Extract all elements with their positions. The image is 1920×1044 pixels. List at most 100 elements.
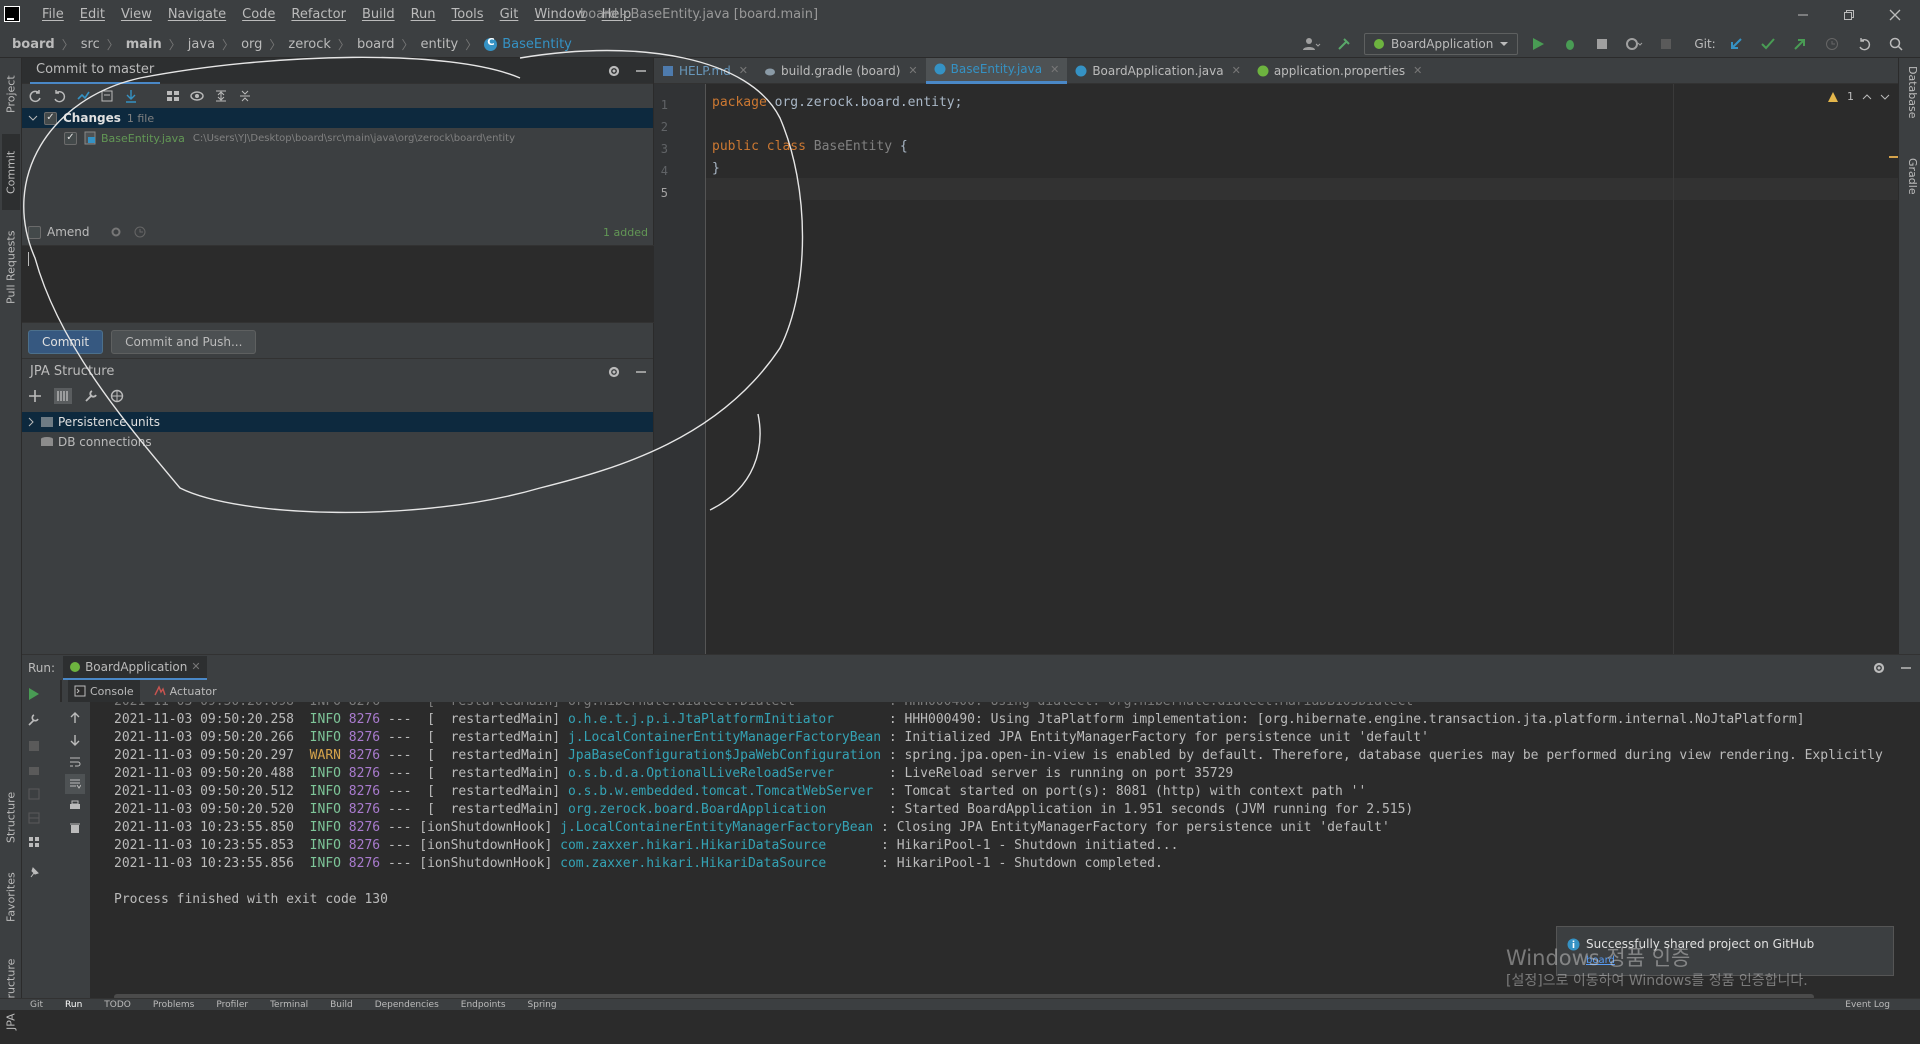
crumb-board[interactable]: board [357,37,395,52]
rerun-button[interactable] [28,688,40,700]
gear-icon[interactable] [607,64,621,78]
git-history-button[interactable] [1820,32,1844,56]
coverage-button[interactable] [1590,32,1614,56]
wrench-icon[interactable] [84,389,98,403]
hide-panel-icon[interactable] [1900,662,1912,674]
group-by-icon[interactable] [166,89,180,103]
stop-run-button[interactable] [28,740,40,752]
grid-button[interactable] [28,836,40,848]
menu-edit[interactable]: Edit [72,0,113,30]
user-account-button[interactable] [1300,32,1324,56]
hide-panel-icon[interactable] [635,65,647,77]
file-checkbox[interactable] [64,132,77,145]
bottom-tab-build[interactable]: Build [330,1000,353,1010]
bottom-tab-run[interactable]: Run [65,1000,82,1010]
menu-view[interactable]: View [113,0,160,30]
close-tab-icon[interactable]: ✕ [191,660,200,673]
crumb-src[interactable]: src [81,37,100,52]
soft-wrap-button[interactable] [69,756,81,768]
crumb-entity[interactable]: entity [421,37,459,52]
crumb-org[interactable]: org [241,37,262,52]
amend-checkbox[interactable] [28,226,41,239]
run-configuration-dropdown[interactable]: BoardApplication [1364,33,1518,55]
run-tab-boardapplication[interactable]: BoardApplication ✕ [63,656,207,680]
tab-application-properties[interactable]: application.properties✕ [1249,58,1430,84]
commit-history-icon[interactable] [134,226,146,238]
persistence-units-row[interactable]: Persistence units [22,412,653,432]
menu-run[interactable]: Run [403,0,444,30]
crumb-zerock[interactable]: zerock [288,37,331,52]
event-log-tab[interactable]: Event Log [1845,1000,1890,1010]
crumb-baseentity[interactable]: BaseEntity [502,37,572,52]
hide-panel-icon[interactable] [635,366,647,378]
menu-tools[interactable]: Tools [444,0,492,30]
crumb-main[interactable]: main [126,37,162,52]
build-button[interactable] [1332,32,1356,56]
exit-button[interactable] [28,788,40,800]
git-update-button[interactable] [1724,32,1748,56]
menu-refactor[interactable]: Refactor [283,0,354,30]
menu-git[interactable]: Git [492,0,527,30]
changes-checkbox[interactable] [44,112,57,125]
gear-icon[interactable] [607,365,621,379]
scroll-down-button[interactable] [69,734,81,746]
bottom-tab-git[interactable]: Git [30,1000,43,1010]
tab-baseentity-java[interactable]: BaseEntity.java✕ [926,58,1068,84]
db-connections-row[interactable]: DB connections [22,432,653,452]
bottom-tab-endpoints[interactable]: Endpoints [461,1000,506,1010]
git-commit-button[interactable] [1756,32,1780,56]
tool-tab-pull-requests[interactable]: Pull Requests [2,218,20,316]
close-window-button[interactable] [1872,0,1918,30]
commit-and-push-button[interactable]: Commit and Push... [111,330,256,354]
changes-group-row[interactable]: Changes 1 file [22,108,653,128]
crumb-java[interactable]: java [188,37,215,52]
search-everywhere-button[interactable] [1884,32,1908,56]
tool-tab-structure[interactable]: Structure [2,780,20,854]
scroll-to-end-button[interactable] [65,774,85,794]
code-editor[interactable]: package org.zerock.board.entity; public … [706,84,1898,654]
bottom-tab-todo[interactable]: TODO [104,1000,131,1010]
download-icon[interactable] [124,89,138,103]
clear-console-button[interactable] [69,822,81,834]
diff-icon[interactable] [76,89,90,103]
refresh-icon[interactable] [28,89,42,103]
collapse-all-icon[interactable] [238,89,252,103]
menu-file[interactable]: File [34,0,72,30]
gear-icon[interactable] [1872,661,1886,675]
restore-layout-button[interactable] [28,812,40,824]
actuator-tab[interactable]: Actuator [154,685,217,698]
crumb-project[interactable]: board [12,37,55,52]
rollback-icon[interactable] [52,89,66,103]
stop-button[interactable] [1654,32,1678,56]
tab-help-md[interactable]: HELP.md✕ [654,58,756,84]
tool-tab-project[interactable]: Project [2,64,20,124]
commit-button[interactable]: Commit [28,330,103,354]
run-button[interactable] [1526,32,1550,56]
bottom-tab-profiler[interactable]: Profiler [216,1000,248,1010]
shelve-icon[interactable] [100,89,114,103]
print-button[interactable] [69,800,81,812]
target-icon[interactable] [110,389,124,403]
scroll-up-button[interactable] [69,712,81,724]
camera-button[interactable] [28,764,40,776]
tool-tab-database[interactable]: Database [1901,66,1919,146]
minimize-button[interactable] [1780,0,1826,30]
commit-message-input[interactable] [22,245,654,323]
commit-options-gear-icon[interactable] [110,226,122,238]
changed-file-row[interactable]: BaseEntity.java C:\Users\YJ\Desktop\boar… [22,128,653,148]
tab-build-gradle[interactable]: build.gradle (board)✕ [756,58,926,84]
pin-button[interactable] [28,866,40,878]
close-tab-icon[interactable]: ✕ [739,64,748,77]
profile-button[interactable] [1622,32,1646,56]
add-icon[interactable] [28,389,42,403]
console-tab[interactable]: Console [68,680,140,702]
bottom-tab-dependencies[interactable]: Dependencies [375,1000,439,1010]
tool-tab-gradle[interactable]: Gradle [1901,158,1919,218]
tool-tab-jpa-structure[interactable]: JPA Structure [2,944,20,1044]
wrench-button[interactable] [28,714,40,726]
menu-navigate[interactable]: Navigate [160,0,234,30]
close-tab-icon[interactable]: ✕ [908,64,917,77]
close-tab-icon[interactable]: ✕ [1050,63,1059,76]
git-rollback-button[interactable] [1852,32,1876,56]
ide-update-button[interactable] [1916,32,1920,56]
